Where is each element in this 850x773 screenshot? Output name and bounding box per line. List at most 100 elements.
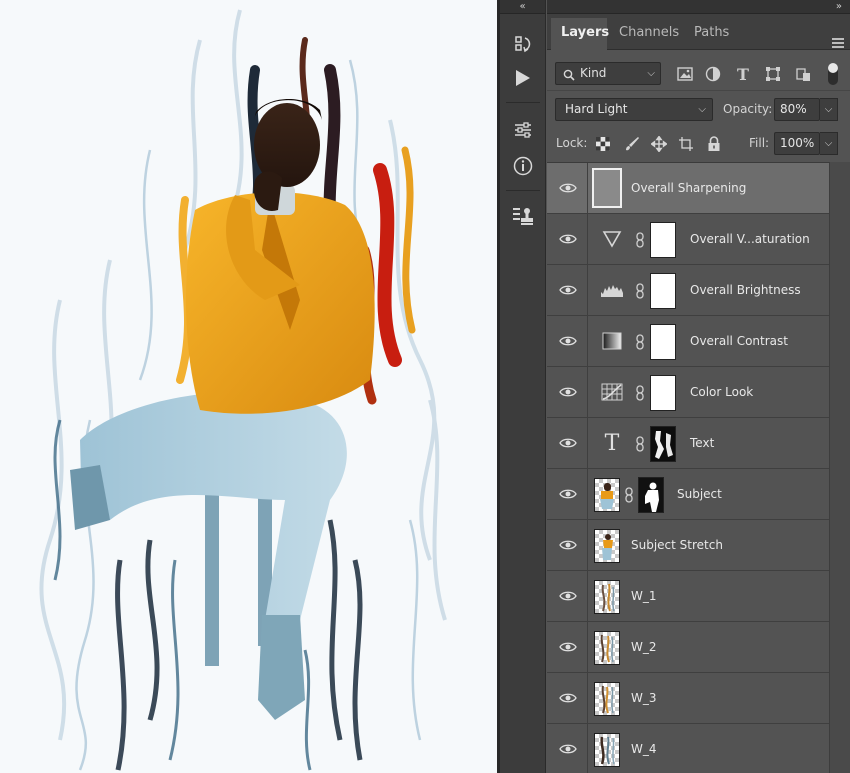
filter-shape-icon[interactable] [763,64,783,84]
visibility-eye-icon[interactable] [559,233,577,245]
layers-list: Overall Sharpening Overall V...aturation… [547,162,829,773]
layer-row-w4[interactable]: W_4 [547,724,829,773]
layer-thumbnail[interactable] [594,478,620,512]
layer-thumbnail[interactable] [594,682,620,716]
layer-name[interactable]: Overall Sharpening [631,163,746,214]
layer-mask-thumbnail[interactable] [650,324,676,360]
opacity-dropdown-icon[interactable]: ⌵ [820,98,838,121]
layer-mask-thumbnail[interactable] [650,273,676,309]
layer-mask-thumbnail[interactable] [638,477,664,513]
column-separator [587,673,588,724]
opacity-input[interactable]: 80% [774,98,820,121]
layer-name[interactable]: Text [690,418,714,469]
filter-type-icon[interactable]: T [733,64,753,84]
lock-position-move-icon[interactable] [649,134,669,154]
panel-dock-icons: « [500,0,546,773]
visibility-eye-icon[interactable] [559,692,577,704]
layer-name[interactable]: Overall Contrast [690,316,788,367]
layer-name[interactable]: W_4 [631,724,657,773]
visibility-eye-icon[interactable] [559,743,577,755]
adjustments-sliders-icon[interactable] [507,114,539,146]
filter-toggle-switch[interactable] [828,63,838,85]
layer-name[interactable]: W_3 [631,673,657,724]
layer-name[interactable]: Subject [677,469,722,520]
column-separator [587,622,588,673]
layer-row-subject-stretch[interactable]: Subject Stretch [547,520,829,571]
clone-source-stamp-icon[interactable] [507,200,539,232]
column-separator [587,724,588,773]
filter-smart-object-icon[interactable] [793,64,813,84]
lock-transparent-pixels-icon[interactable] [593,134,613,154]
layer-row-overall-contrast[interactable]: Overall Contrast [547,316,829,367]
link-chain-icon[interactable] [635,283,645,299]
layer-name[interactable]: W_1 [631,571,657,622]
layer-thumbnail[interactable] [594,529,620,563]
layer-row-color-look[interactable]: Color Look [547,367,829,418]
filter-adjustment-icon[interactable] [703,64,723,84]
layers-scrollbar[interactable] [829,162,850,773]
artwork-image [0,0,497,773]
visibility-eye-icon[interactable] [559,335,577,347]
blend-mode-value: Hard Light [565,102,628,116]
link-chain-icon[interactable] [635,385,645,401]
layer-row-w2[interactable]: W_2 [547,622,829,673]
tab-layers[interactable]: Layers [551,18,609,50]
visibility-eye-icon[interactable] [559,284,577,296]
info-icon[interactable] [507,150,539,182]
link-chain-icon[interactable] [635,334,645,350]
lock-image-pixels-brush-icon[interactable] [622,134,642,154]
tab-paths[interactable]: Paths [684,18,734,50]
column-separator [587,265,588,316]
fill-label: Fill: [749,136,770,150]
layer-row-subject[interactable]: Subject [547,469,829,520]
layer-mask-thumbnail[interactable] [650,375,676,411]
lock-all-icon[interactable] [704,134,724,154]
visibility-eye-icon[interactable] [559,641,577,653]
layer-thumbnail[interactable] [592,168,622,208]
layer-row-w3[interactable]: W_3 [547,673,829,724]
layer-row-overall-sharpening[interactable]: Overall Sharpening [547,163,829,214]
layer-name[interactable]: Subject Stretch [631,520,723,571]
blend-mode-select[interactable]: Hard Light ⌵ [555,98,713,121]
layer-row-overall-vibrance-saturation[interactable]: Overall V...aturation [547,214,829,265]
layer-name[interactable]: W_2 [631,622,657,673]
type-layer-icon[interactable]: T [599,431,625,456]
gradient-map-icon[interactable] [599,329,625,353]
layer-thumbnail[interactable] [594,580,620,614]
visibility-eye-icon[interactable] [559,539,577,551]
document-canvas[interactable] [0,0,497,773]
levels-histogram-icon[interactable] [599,278,625,302]
fill-input[interactable]: 100% [774,132,820,155]
filter-kind-select[interactable]: Kind ⌵ [555,62,661,85]
actions-play-icon[interactable] [507,62,539,94]
panel-menu-icon[interactable] [832,38,844,48]
visibility-eye-icon[interactable] [559,386,577,398]
layer-name[interactable]: Overall V...aturation [690,214,810,265]
history-icon[interactable] [507,28,539,60]
visibility-eye-icon[interactable] [559,488,577,500]
layer-row-text[interactable]: T Text [547,418,829,469]
visibility-eye-icon[interactable] [559,590,577,602]
layer-name[interactable]: Overall Brightness [690,265,801,316]
collapse-arrows-icon[interactable]: « [500,0,545,14]
visibility-eye-icon[interactable] [559,437,577,449]
color-lookup-grid-icon[interactable] [599,380,625,404]
search-icon [563,67,575,88]
layer-thumbnail[interactable] [594,631,620,665]
layer-name[interactable]: Color Look [690,367,753,418]
fill-dropdown-icon[interactable]: ⌵ [820,132,838,155]
layer-mask-thumbnail[interactable] [650,222,676,258]
layer-row-overall-brightness[interactable]: Overall Brightness [547,265,829,316]
link-chain-icon[interactable] [624,487,634,503]
panel-tabs: Layers Channels Paths [547,14,850,50]
layer-row-w1[interactable]: W_1 [547,571,829,622]
expand-arrows-icon[interactable]: » [547,0,850,14]
lock-artboard-icon[interactable] [676,134,696,154]
vibrance-adjustment-icon[interactable] [599,227,625,251]
layer-thumbnail[interactable] [594,733,620,767]
link-chain-icon[interactable] [635,232,645,248]
filter-pixel-icon[interactable] [675,64,695,84]
visibility-eye-icon[interactable] [559,182,577,194]
link-chain-icon[interactable] [635,436,645,452]
layer-mask-thumbnail[interactable] [650,426,676,462]
